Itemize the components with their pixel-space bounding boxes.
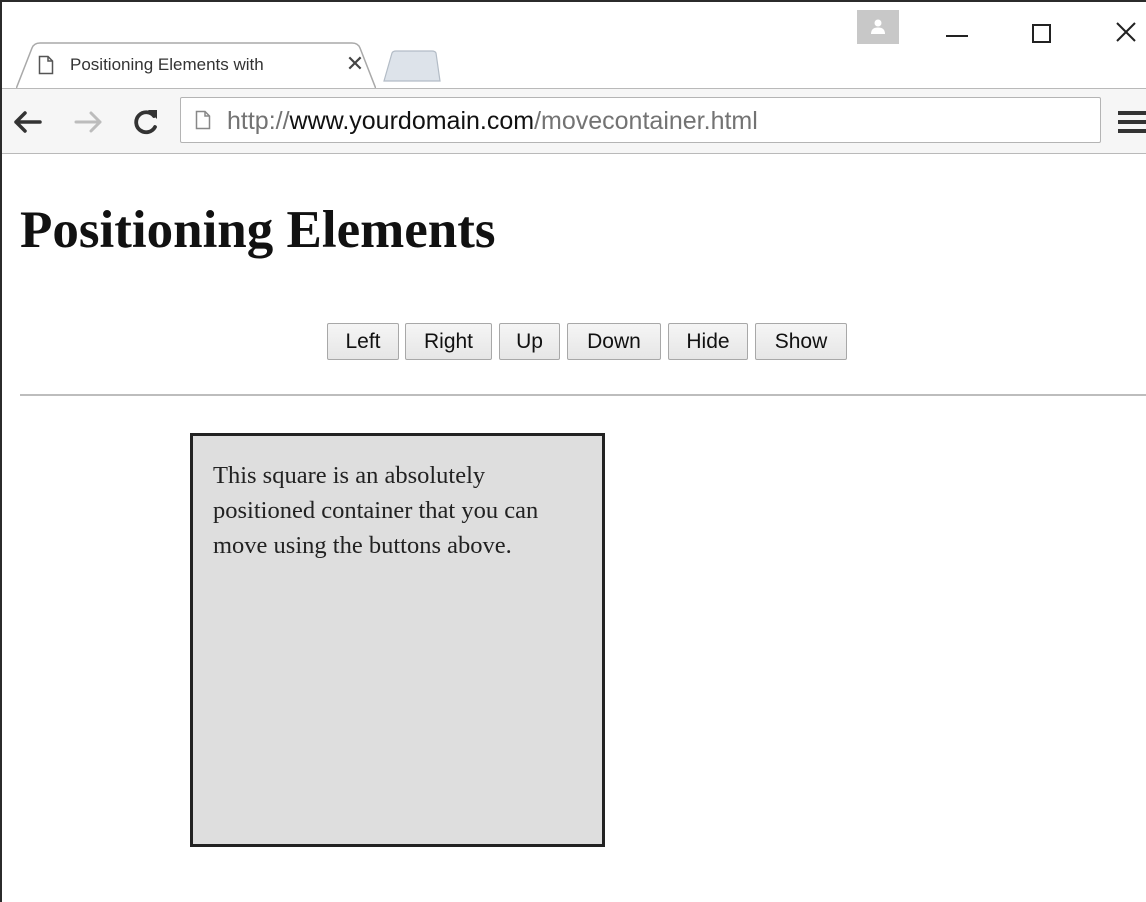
back-icon[interactable]: [10, 105, 46, 139]
forward-icon[interactable]: [72, 105, 108, 139]
positioned-container: This square is an absolutely positioned …: [190, 433, 605, 847]
browser-window: Positioning Elements with ✕ http://www.y…: [0, 0, 1146, 902]
browser-toolbar: http://www.yourdomain.com/movecontainer.…: [2, 88, 1146, 154]
window-close-icon[interactable]: [1092, 10, 1146, 54]
tab-title: Positioning Elements with: [70, 55, 338, 77]
url-host: www.yourdomain.com: [289, 107, 535, 135]
menu-icon[interactable]: [1118, 109, 1146, 139]
url-path: /movecontainer.html: [534, 107, 758, 135]
reload-icon[interactable]: [128, 105, 164, 139]
address-bar[interactable]: http://www.yourdomain.com/movecontainer.…: [180, 97, 1101, 143]
profile-icon[interactable]: [857, 10, 899, 44]
page-icon: [195, 110, 211, 130]
browser-tab[interactable]: Positioning Elements with ✕: [16, 42, 376, 90]
container-text: This square is an absolutely positioned …: [213, 462, 539, 559]
up-button[interactable]: Up: [499, 323, 560, 360]
hide-button[interactable]: Hide: [668, 323, 748, 360]
close-icon[interactable]: ✕: [342, 51, 368, 77]
title-bar: Positioning Elements with ✕: [2, 2, 1146, 90]
maximize-icon[interactable]: [1012, 10, 1072, 54]
horizontal-rule: [20, 394, 1146, 396]
page-title: Positioning Elements: [20, 201, 496, 259]
page-content: Positioning Elements Left Right Up Down …: [2, 155, 1146, 902]
right-button[interactable]: Right: [405, 323, 492, 360]
page-icon: [38, 55, 54, 75]
new-tab-icon[interactable]: [382, 50, 442, 82]
minimize-icon[interactable]: [924, 10, 984, 54]
url-scheme: http://: [227, 107, 290, 135]
down-button[interactable]: Down: [567, 323, 661, 360]
left-button[interactable]: Left: [327, 323, 399, 360]
show-button[interactable]: Show: [755, 323, 847, 360]
url-text[interactable]: http://www.yourdomain.com/movecontainer.…: [227, 107, 758, 135]
